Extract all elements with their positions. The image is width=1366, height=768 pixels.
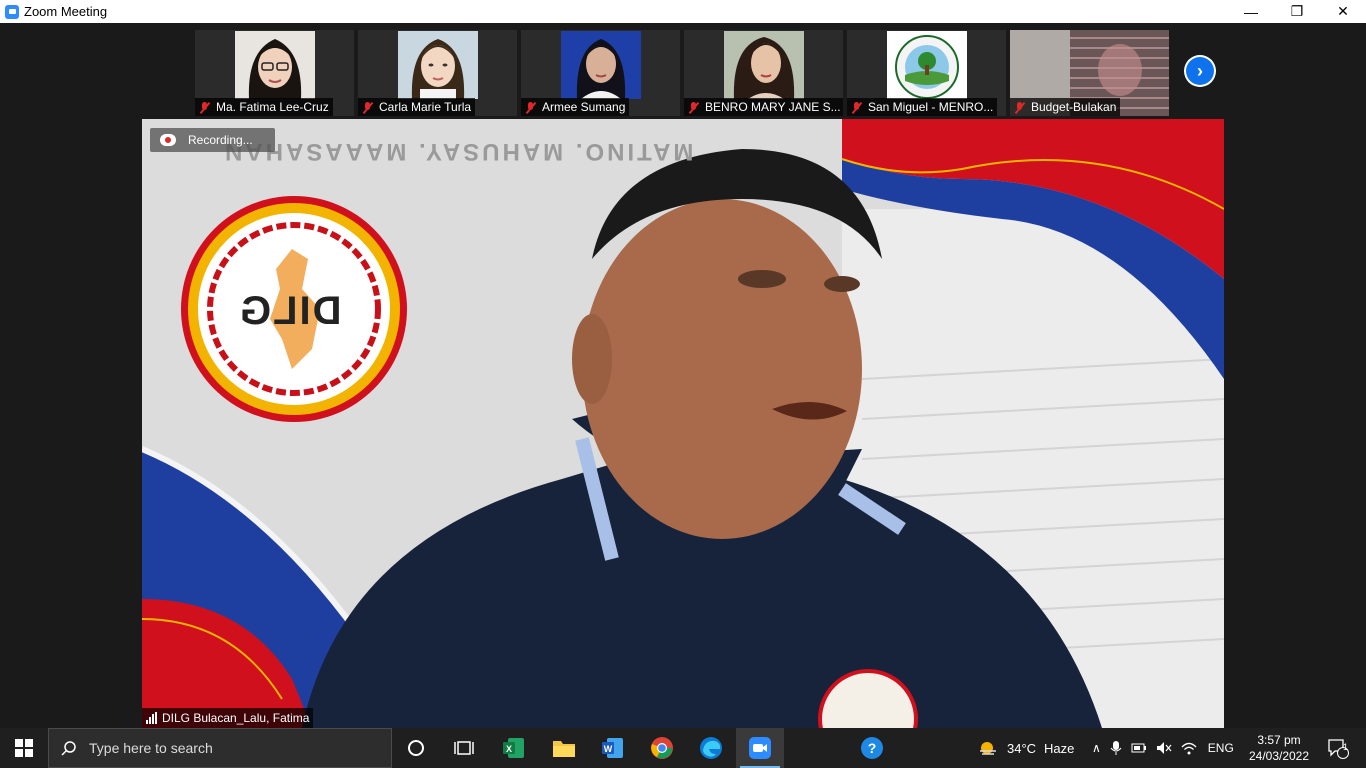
next-page-button[interactable]: › [1184, 55, 1216, 87]
participant-label: BENRO MARY JANE S... [684, 98, 843, 116]
chevron-up-icon[interactable]: ∧ [1092, 741, 1101, 755]
search-placeholder: Type here to search [89, 740, 213, 756]
close-button[interactable]: ✕ [1320, 0, 1366, 23]
participant-tile[interactable]: Budget-Bulakan [1010, 30, 1169, 116]
zoom-taskbar-button[interactable] [736, 728, 784, 768]
haze-weather-icon [980, 742, 996, 755]
recording-label: Recording... [188, 133, 253, 147]
help-taskbar-button[interactable]: ? [848, 728, 896, 768]
chevron-right-icon: › [1186, 57, 1214, 85]
minimize-button[interactable]: — [1228, 0, 1274, 23]
participant-name: BENRO MARY JANE S... [705, 100, 841, 114]
participant-photo [561, 31, 641, 99]
excel-icon: X [503, 738, 524, 758]
task-view-button[interactable] [440, 728, 488, 768]
system-tray: ∧ ENG [1092, 728, 1234, 768]
search-icon [61, 741, 76, 756]
title-bar: Zoom Meeting — ❐ ✕ [0, 0, 1366, 23]
word-icon: W [602, 738, 623, 758]
participant-tile[interactable]: Armee Sumang [521, 30, 680, 116]
participant-tile[interactable]: Carla Marie Turla [358, 30, 517, 116]
participant-tile[interactable]: Ma. Fatima Lee-Cruz [195, 30, 354, 116]
mic-muted-icon [687, 101, 700, 114]
participant-name: Armee Sumang [542, 100, 626, 114]
svg-text:W: W [604, 744, 613, 754]
cortana-icon [408, 740, 424, 756]
participant-label: Carla Marie Turla [358, 98, 476, 116]
edge-taskbar-button[interactable] [687, 728, 735, 768]
chrome-icon [651, 737, 673, 759]
mic-muted-icon [198, 101, 211, 114]
participant-name: Ma. Fatima Lee-Cruz [216, 100, 329, 114]
folder-icon [553, 741, 575, 757]
participant-strip: Ma. Fatima Lee-Cruz Carla Marie Turla Ar… [0, 23, 1366, 119]
file-explorer-taskbar-button[interactable] [540, 728, 588, 768]
battery-icon[interactable] [1131, 742, 1147, 754]
mic-muted-icon [524, 101, 537, 114]
clock-date: 24/03/2022 [1248, 749, 1310, 763]
participant-label: Armee Sumang [521, 98, 630, 116]
participant-name: Carla Marie Turla [379, 100, 472, 114]
participant-photo [235, 31, 315, 99]
participant-label: Budget-Bulakan [1010, 98, 1121, 116]
background-slogan: MATINO. MAHUSAY. MAAASAHAN [222, 138, 694, 165]
participant-name: San Miguel - MENRO... [868, 100, 994, 114]
microphone-icon[interactable] [1110, 740, 1122, 756]
taskbar-search-box[interactable]: Type here to search [48, 728, 392, 768]
language-indicator[interactable]: ENG [1208, 741, 1234, 755]
mic-muted-icon [361, 101, 374, 114]
weather-description: Haze [1044, 740, 1075, 756]
menro-seal-logo [887, 31, 967, 99]
weather-widget[interactable]: 34°C Haze [978, 728, 1074, 768]
window-title: Zoom Meeting [24, 4, 108, 19]
speaker-video-frame [142, 119, 1224, 728]
help-icon: ? [861, 737, 883, 759]
active-speaker-video[interactable]: MATINO. MAHUSAY. MAAASAHAN DILG [142, 119, 1224, 728]
notification-badge: 1 [1343, 742, 1349, 752]
volume-muted-icon[interactable] [1156, 741, 1172, 755]
windows-logo-icon [15, 739, 33, 757]
participant-label: Ma. Fatima Lee-Cruz [195, 98, 333, 116]
svg-text:?: ? [868, 740, 877, 756]
edge-icon [700, 737, 722, 759]
mic-muted-icon [850, 101, 863, 114]
speaker-name-label: DILG Bulacan_Lalu, Fatima [142, 708, 314, 728]
start-button[interactable] [0, 728, 48, 768]
cortana-button[interactable] [392, 728, 440, 768]
excel-taskbar-button[interactable]: X [490, 728, 538, 768]
participant-name: Budget-Bulakan [1031, 100, 1117, 114]
notification-center-button[interactable]: 1 [1314, 728, 1362, 768]
participant-photo [724, 31, 804, 99]
participant-photo [398, 31, 478, 99]
recording-icon [160, 134, 176, 146]
clock-time: 3:57 pm [1257, 733, 1301, 747]
weather-temperature: 34°C [1007, 740, 1037, 756]
signal-strength-icon [146, 712, 157, 724]
word-taskbar-button[interactable]: W [589, 728, 637, 768]
taskbar-clock[interactable]: 3:57 pm 24/03/2022 [1244, 728, 1314, 768]
chrome-taskbar-button[interactable] [638, 728, 686, 768]
wifi-icon[interactable] [1181, 741, 1197, 755]
dilg-logo-text: DILG [238, 289, 342, 333]
speaker-name: DILG Bulacan_Lalu, Fatima [162, 711, 310, 725]
task-view-icon [454, 741, 474, 755]
participant-tile[interactable]: BENRO MARY JANE S... [684, 30, 843, 116]
zoom-icon [749, 737, 771, 759]
restore-button[interactable]: ❐ [1274, 0, 1320, 23]
participant-label: San Miguel - MENRO... [847, 98, 998, 116]
recording-indicator[interactable]: Recording... [150, 128, 275, 152]
participant-tile[interactable]: San Miguel - MENRO... [847, 30, 1006, 116]
zoom-app-icon [5, 4, 19, 19]
mic-muted-icon [1013, 101, 1026, 114]
svg-text:X: X [506, 744, 512, 754]
